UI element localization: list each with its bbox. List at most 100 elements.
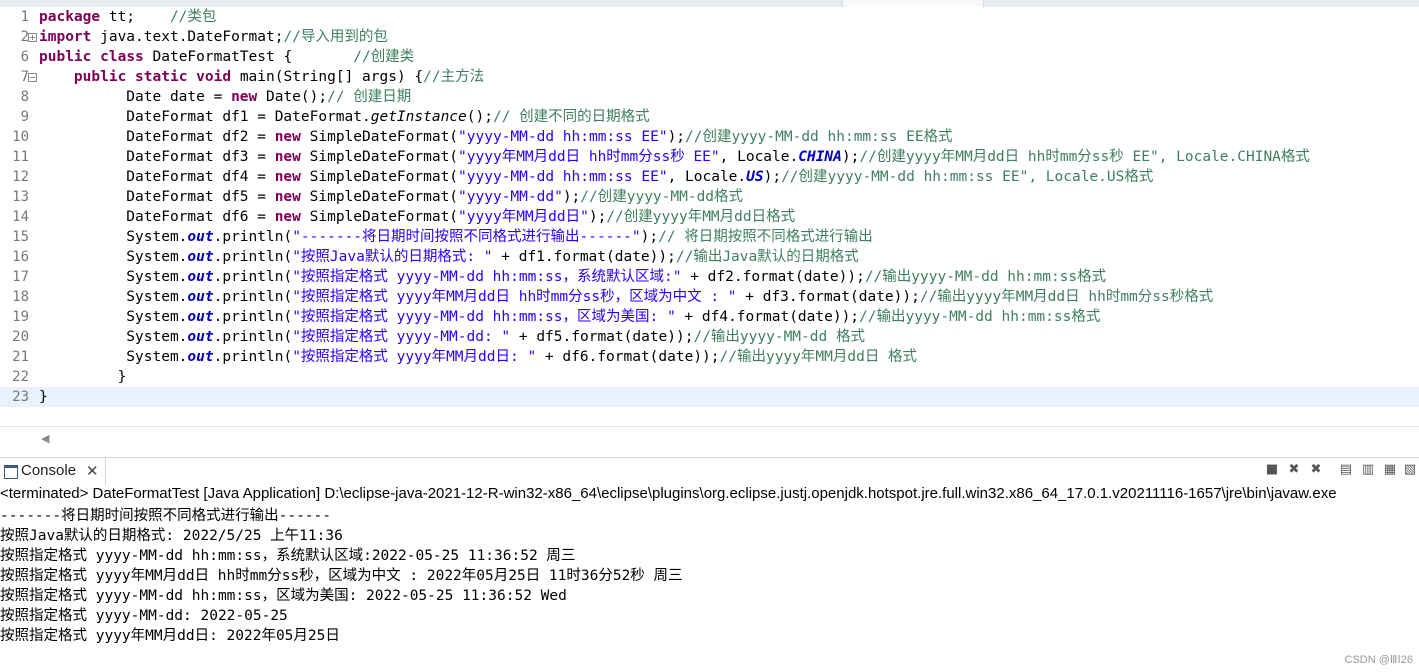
tab-console[interactable]: Console ✕ xyxy=(0,458,106,485)
code-token: + df1.format(date)); xyxy=(492,249,676,265)
code-line[interactable]: 16 System.out.println("按照Java默认的日期格式: " … xyxy=(0,247,1419,267)
code-text: } xyxy=(39,387,48,407)
string-literal: "yyyy-MM-dd" xyxy=(458,189,563,205)
code-line[interactable]: 6 public class DateFormatTest { //创建类 xyxy=(0,47,1419,67)
code-token: + df2.format(date)); xyxy=(681,269,865,285)
line-number: 20 xyxy=(12,329,29,345)
code-line[interactable]: 11 DateFormat df3 = new SimpleDateFormat… xyxy=(0,147,1419,167)
code-token: .println( xyxy=(213,269,293,285)
line-number: 15 xyxy=(12,229,29,245)
active-editor-tab[interactable] xyxy=(842,0,984,7)
code-line[interactable]: 21 System.out.println("按照指定格式 yyyy年MM月dd… xyxy=(0,347,1419,367)
comment: //输出yyyy年MM月dd日 格式 xyxy=(719,349,918,365)
remove-all-icon[interactable]: ✖ xyxy=(1309,463,1323,477)
code-token: + df3.format(date)); xyxy=(736,289,920,305)
code-line[interactable]: 22 } xyxy=(0,367,1419,387)
keyword: static xyxy=(135,69,188,85)
code-text: import java.text.DateFormat;//导入用到的包 xyxy=(39,27,388,47)
line-number: 18 xyxy=(12,289,29,305)
code-token: .println( xyxy=(213,249,293,265)
comment: //主方法 xyxy=(423,69,485,85)
display-console-icon[interactable]: ▧ xyxy=(1403,463,1417,477)
collapse-fold-icon[interactable]: − xyxy=(28,73,37,82)
code-line[interactable]: 12 DateFormat df4 = new SimpleDateFormat… xyxy=(0,167,1419,187)
code-token: .println( xyxy=(213,289,293,305)
code-line[interactable]: 18 System.out.println("按照指定格式 yyyy年MM月dd… xyxy=(0,287,1419,307)
code-line[interactable]: 19 System.out.println("按照指定格式 yyyy-MM-dd… xyxy=(0,307,1419,327)
code-line[interactable]: 17 System.out.println("按照指定格式 yyyy-MM-dd… xyxy=(0,267,1419,287)
code-token: SimpleDateFormat( xyxy=(300,189,459,205)
code-line[interactable]: 9 DateFormat df1 = DateFormat.getInstanc… xyxy=(0,107,1419,127)
comment: //输出yyyy-MM-dd 格式 xyxy=(693,329,865,345)
comment: //创建yyyy年MM月dd日 hh时mm分ss秒 EE", Locale.CH… xyxy=(859,149,1310,165)
code-token: SimpleDateFormat( xyxy=(300,169,459,185)
string-literal: "按照指定格式 yyyy-MM-dd: " xyxy=(292,329,511,345)
word-wrap-icon[interactable]: ▥ xyxy=(1361,463,1375,477)
comment: //创建yyyy-MM-dd hh:mm:ss EE格式 xyxy=(685,129,953,145)
code-line[interactable]: 23} xyxy=(0,387,1419,407)
code-text: DateFormat df4 = new SimpleDateFormat("y… xyxy=(39,167,1153,187)
close-icon[interactable]: ✕ xyxy=(86,462,99,480)
static-field: US xyxy=(746,169,764,185)
line-number: 22 xyxy=(12,369,29,385)
code-line[interactable]: 1 package tt; //类包 xyxy=(0,7,1419,27)
code-line[interactable]: 14 DateFormat df6 = new SimpleDateFormat… xyxy=(0,207,1419,227)
string-literal: "按照Java默认的日期格式: " xyxy=(292,249,493,265)
code-token: tt; xyxy=(100,9,170,25)
code-text: public class DateFormatTest { //创建类 xyxy=(39,47,414,67)
code-line[interactable]: 13 DateFormat df5 = new SimpleDateFormat… xyxy=(0,187,1419,207)
string-literal: "yyyy-MM-dd hh:mm:ss EE" xyxy=(458,129,668,145)
remove-launch-icon[interactable]: ✖ xyxy=(1287,463,1301,477)
code-line[interactable]: 2 + import java.text.DateFormat;//导入用到的包 xyxy=(0,27,1419,47)
code-text: } xyxy=(39,367,127,387)
string-literal: "yyyy年MM月dd日" xyxy=(458,209,589,225)
code-text: System.out.println("-------将日期时间按照不同格式进行… xyxy=(39,227,873,247)
comment: // 将日期按照不同格式进行输出 xyxy=(658,229,873,245)
keyword: new xyxy=(274,189,301,205)
code-text: DateFormat df2 = new SimpleDateFormat("y… xyxy=(39,127,953,147)
pin-console-icon[interactable]: ▦ xyxy=(1383,463,1397,477)
code-token: .println( xyxy=(213,349,293,365)
code-text: DateFormat df3 = new SimpleDateFormat("y… xyxy=(39,147,1310,167)
comment: //创建yyyy-MM-dd格式 xyxy=(580,189,744,205)
comment: //类包 xyxy=(169,9,217,25)
expand-fold-icon[interactable]: + xyxy=(28,33,37,42)
scroll-left-icon[interactable]: ◀ xyxy=(41,432,49,445)
horizontal-scrollbar[interactable]: ◀ xyxy=(0,426,1419,451)
comment: //导入用到的包 xyxy=(283,29,388,45)
code-token: java.text.DateFormat; xyxy=(91,29,284,45)
comment: // 创建日期 xyxy=(327,89,412,105)
console-output-line: 按照指定格式 yyyy-MM-dd hh:mm:ss，系统默认区域:2022-0… xyxy=(0,548,576,564)
code-line[interactable]: 8 Date date = new Date();// 创建日期 xyxy=(0,87,1419,107)
code-text: Date date = new Date();// 创建日期 xyxy=(39,87,411,107)
code-line[interactable]: 7− public static void main(String[] args… xyxy=(0,67,1419,87)
code-line[interactable]: 10 DateFormat df2 = new SimpleDateFormat… xyxy=(0,127,1419,147)
string-literal: "-------将日期时间按照不同格式进行输出------" xyxy=(292,229,641,245)
line-number: 21 xyxy=(12,349,29,365)
console-output-line: 按照Java默认的日期格式: 2022/5/25 上午11:36 xyxy=(0,528,343,544)
code-line[interactable]: 15 System.out.println("-------将日期时间按照不同格… xyxy=(0,227,1419,247)
static-field: out xyxy=(187,309,214,325)
static-field: out xyxy=(187,249,214,265)
string-literal: "按照指定格式 yyyy年MM月dd日: " xyxy=(292,349,537,365)
code-token: SimpleDateFormat( xyxy=(300,149,459,165)
code-editor[interactable]: 1 package tt; //类包 2 + import java.text.Date… xyxy=(0,7,1419,426)
scroll-lock-icon[interactable]: ▤ xyxy=(1339,463,1353,477)
comment: //输出yyyy-MM-dd hh:mm:ss格式 xyxy=(859,309,1101,325)
code-token: DateFormat df6 = xyxy=(39,209,275,225)
code-line[interactable]: 20 System.out.println("按照指定格式 yyyy-MM-dd… xyxy=(0,327,1419,347)
comment: //输出yyyy-MM-dd hh:mm:ss格式 xyxy=(864,269,1107,285)
code-text: DateFormat df5 = new SimpleDateFormat("y… xyxy=(39,187,743,207)
code-token: ); xyxy=(667,129,686,145)
static-field: out xyxy=(187,269,214,285)
code-text: System.out.println("按照指定格式 yyyy年MM月dd日: … xyxy=(39,347,917,367)
console-icon xyxy=(4,465,18,479)
terminate-icon[interactable]: ■ xyxy=(1265,463,1279,477)
code-token: System. xyxy=(39,249,188,265)
static-field: out xyxy=(187,289,214,305)
code-token: , Locale. xyxy=(719,149,799,165)
code-token: Date(); xyxy=(257,89,328,105)
